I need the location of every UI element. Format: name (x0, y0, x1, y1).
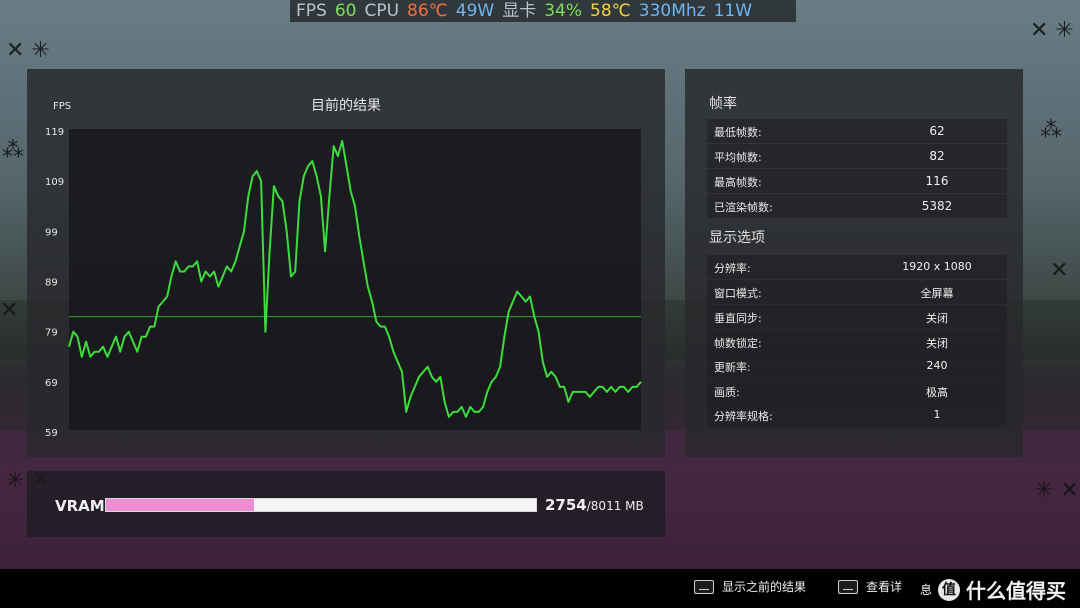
keyboard-key-icon (694, 579, 714, 594)
results-chart-panel: 目前的结果 FPS 119 109 99 89 79 69 59 (27, 69, 665, 457)
y-tick-label: 109 (45, 177, 64, 188)
framerate-row-label: 最高帧数: (714, 176, 762, 189)
vram-panel: VRAM 2754/8011 MB (27, 471, 665, 537)
display-option-row: 分辨率: 1920 x 1080 (707, 255, 1007, 279)
framerate-row-label: 最低帧数: (714, 126, 762, 139)
display-option-row: 垂直同步: 关闭 (707, 305, 1007, 329)
performance-hud: FPS 60 CPU 86℃ 49W 显卡 34% 58℃ 330Mhz 11W (290, 0, 796, 22)
info-panel: 帧率 最低帧数: 62 平均帧数: 82 最高帧数: 116 已渲染帧数: 53… (685, 69, 1023, 457)
display-option-value: 全屏幕 (920, 287, 954, 300)
y-tick-label: 99 (45, 227, 58, 238)
display-option-row: 窗口模式: 全屏幕 (707, 280, 1007, 304)
hud-gpu-label: 显卡 (502, 1, 537, 21)
framerate-row-label: 已渲染帧数: (714, 201, 773, 214)
bottom-action-bar: 显示之前的结果 查看详 息 值 什么值得买 (0, 569, 1080, 608)
display-option-value: 1920 x 1080 (902, 260, 972, 273)
framerate-row-value: 62 (929, 124, 945, 138)
hud-cpu-label: CPU (364, 1, 400, 21)
display-option-row: 帧数锁定: 关闭 (707, 330, 1007, 354)
site-watermark: 息 值 什么值得买 (920, 575, 1066, 604)
hud-cpu-temp: 86℃ (407, 1, 448, 21)
hud-gpu-power: 11W (713, 1, 753, 21)
display-option-label: 窗口模式: (714, 287, 762, 300)
display-option-row: 画质: 极高 (707, 379, 1007, 403)
display-option-value: 关闭 (926, 312, 948, 325)
keyboard-key-icon (838, 579, 858, 594)
y-tick-label: 59 (45, 428, 58, 439)
view-details-label: 查看详 (866, 580, 903, 594)
vram-used: 2754 (545, 496, 587, 514)
display-option-label: 垂直同步: (714, 312, 762, 325)
vram-usage-fill (106, 499, 254, 511)
hud-fps-value: 60 (334, 1, 357, 21)
hud-gpu-usage: 34% (544, 1, 583, 21)
display-option-row: 更新率: 240 (707, 354, 1007, 378)
framerate-row: 平均帧数: 82 (707, 144, 1007, 168)
framerate-row-value: 116 (925, 174, 949, 188)
hud-fps-label: FPS (296, 1, 327, 21)
vram-readout: 2754/8011 MB (545, 496, 644, 514)
vram-usage-bar (105, 498, 537, 512)
framerate-row: 已渲染帧数: 5382 (707, 194, 1007, 218)
watermark-tail: 息 (920, 583, 933, 597)
display-option-label: 分辨率规格: (714, 410, 773, 423)
framerate-section-title: 帧率 (709, 96, 737, 112)
display-option-value: 极高 (926, 386, 948, 399)
display-option-value: 1 (933, 408, 941, 421)
display-option-label: 画质: (714, 386, 740, 399)
framerate-row: 最低帧数: 62 (707, 119, 1007, 143)
display-option-label: 更新率: (714, 361, 751, 374)
y-axis-label: FPS (53, 101, 71, 112)
show-previous-results-label: 显示之前的结果 (722, 580, 807, 594)
vram-label: VRAM (55, 497, 105, 515)
view-details-button[interactable]: 查看详 (838, 578, 902, 595)
framerate-row-label: 平均帧数: (714, 151, 762, 164)
hud-cpu-power: 49W (455, 1, 495, 21)
display-option-value: 240 (926, 359, 948, 372)
framerate-row-value: 82 (929, 149, 945, 163)
display-option-label: 分辨率: (714, 262, 751, 275)
display-option-label: 帧数锁定: (714, 337, 762, 350)
display-option-row: 分辨率规格: 1 (707, 403, 1007, 427)
y-tick-label: 79 (45, 328, 58, 339)
fps-line-chart: FPS 119 109 99 89 79 69 59 (45, 101, 642, 439)
vram-total: /8011 MB (586, 499, 644, 513)
hud-gpu-temp: 58℃ (590, 1, 631, 21)
y-tick-label: 119 (45, 127, 64, 138)
y-tick-label: 69 (45, 378, 58, 389)
framerate-row-value: 5382 (921, 199, 953, 213)
y-tick-label: 89 (45, 278, 58, 289)
watermark-text: 什么值得买 (966, 579, 1067, 603)
plot-area (69, 129, 641, 430)
hud-gpu-clock: 330Mhz (638, 1, 706, 21)
display-option-value: 关闭 (926, 337, 948, 350)
watermark-logo-icon: 值 (938, 578, 961, 601)
show-previous-results-button[interactable]: 显示之前的结果 (694, 578, 806, 595)
framerate-row: 最高帧数: 116 (707, 169, 1007, 193)
display-section-title: 显示选项 (709, 230, 765, 246)
